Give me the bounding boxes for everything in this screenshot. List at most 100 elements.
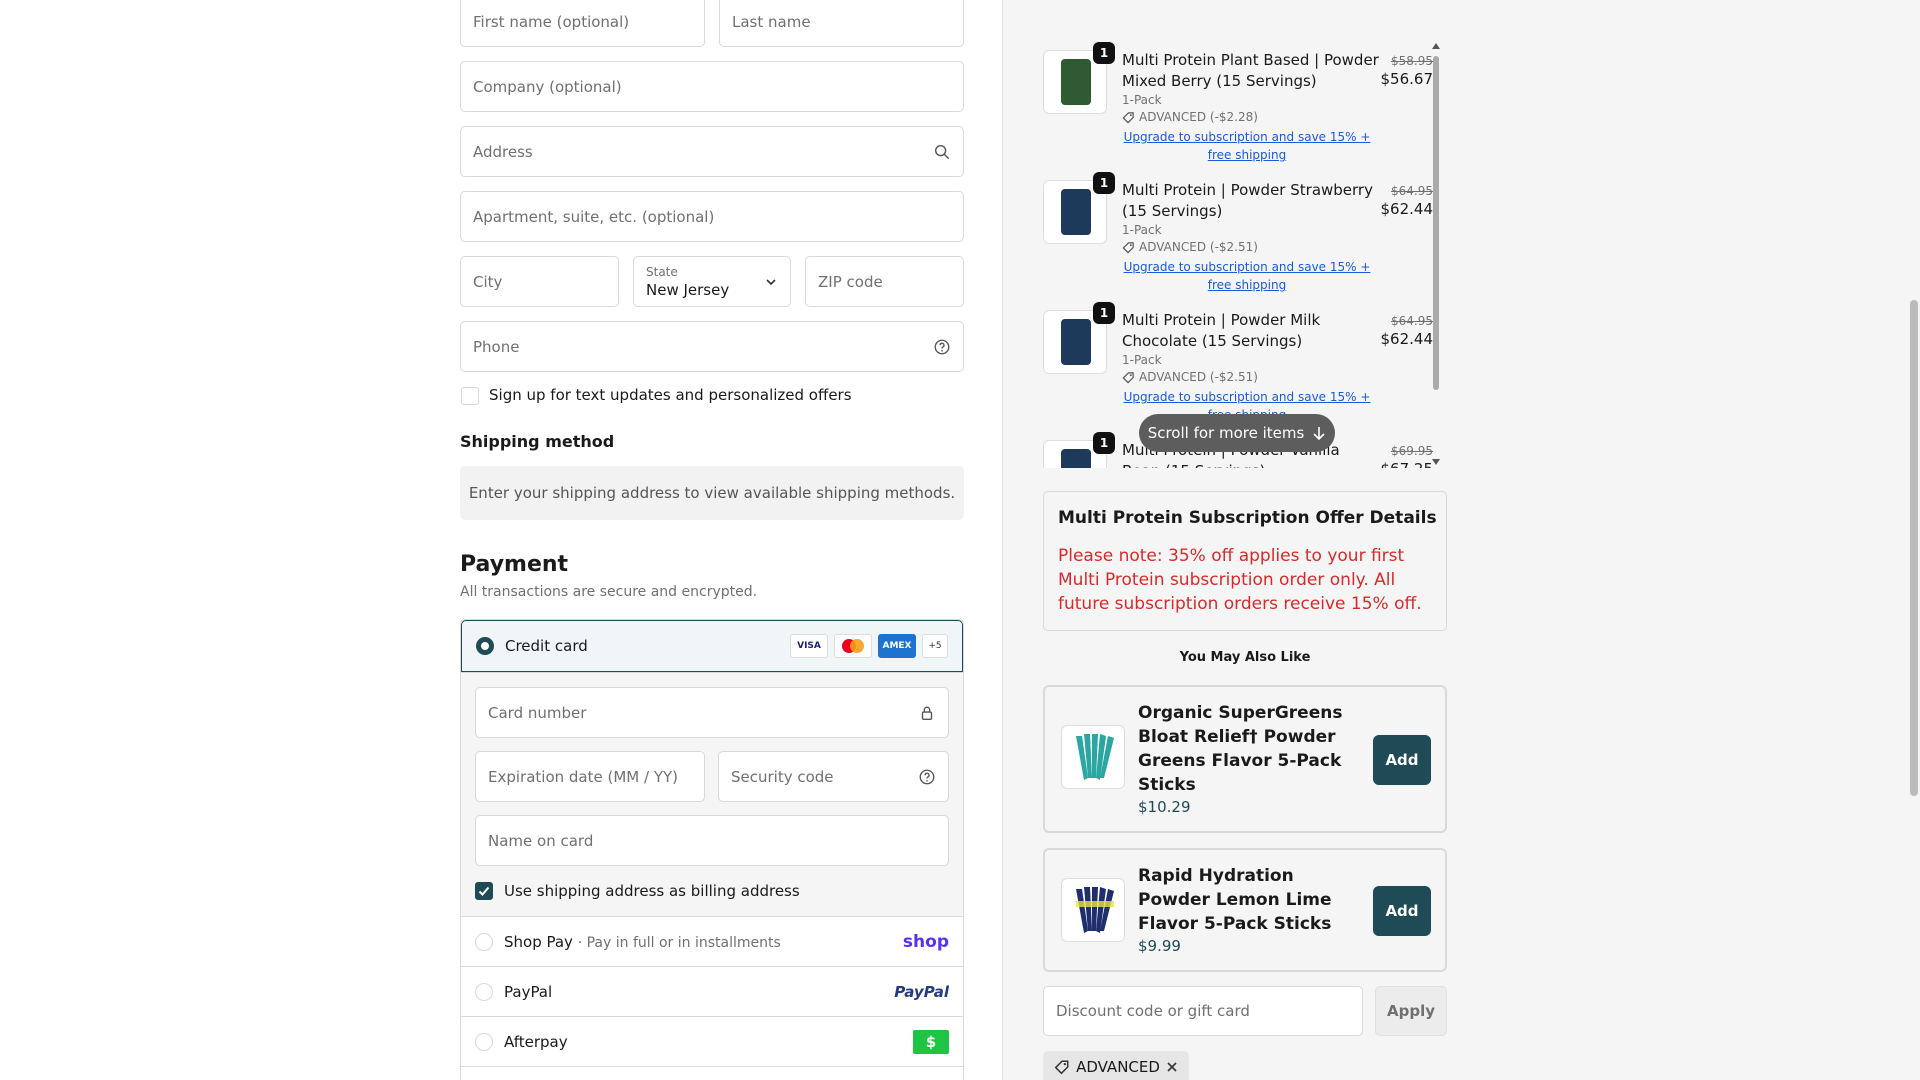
text-updates-checkbox[interactable] bbox=[461, 387, 479, 405]
shop-pay-label: Shop Pay · Pay in full or in installment… bbox=[504, 933, 781, 951]
scroll-for-more-button[interactable]: Scroll for more items bbox=[1139, 414, 1335, 452]
company-field[interactable]: Company (optional) bbox=[460, 61, 964, 112]
shop-pay-name: Shop Pay bbox=[504, 932, 573, 951]
item-name: Multi Protein Plant Based | Powder Mixed… bbox=[1122, 51, 1379, 90]
upsell-product-name: Organic SuperGreens Bloat Relief† Powder… bbox=[1138, 703, 1343, 795]
next-payment-option[interactable] bbox=[461, 1066, 963, 1080]
shop-pay-option[interactable]: Shop Pay · Pay in full or in installment… bbox=[461, 916, 963, 966]
arrow-down-icon bbox=[1313, 427, 1325, 441]
shipping-methods-notice: Enter your shipping address to view avai… bbox=[460, 466, 964, 520]
paypal-radio[interactable] bbox=[475, 982, 493, 1001]
lock-icon bbox=[921, 706, 933, 720]
state-select[interactable]: State New Jersey bbox=[633, 256, 791, 307]
quantity-badge: 1 bbox=[1093, 42, 1115, 64]
upgrade-subscription-link[interactable]: Upgrade to subscription and save 15% + f… bbox=[1122, 128, 1372, 164]
expiration-field[interactable]: Expiration date (MM / YY) bbox=[475, 751, 705, 802]
offer-title: Multi Protein Subscription Offer Details bbox=[1058, 508, 1437, 528]
credit-card-label: Credit card bbox=[505, 637, 588, 655]
greens-sticks-icon bbox=[1076, 734, 1114, 780]
address-field[interactable]: Address bbox=[460, 126, 964, 177]
state-value: New Jersey bbox=[646, 281, 730, 299]
discount-code-placeholder: Discount code or gift card bbox=[1056, 1002, 1250, 1020]
cart-scrollbar[interactable] bbox=[1431, 40, 1441, 468]
cart-items-list[interactable]: 1 Multi Protein Plant Based | Powder Mix… bbox=[1043, 40, 1447, 468]
chevron-down-icon bbox=[766, 278, 776, 285]
checkmark-icon bbox=[478, 886, 490, 896]
credit-card-radio[interactable] bbox=[476, 637, 494, 655]
tag-icon bbox=[1122, 111, 1134, 123]
card-number-placeholder: Card number bbox=[488, 703, 587, 722]
original-price: $64.95 bbox=[1391, 184, 1433, 198]
add-to-cart-button[interactable]: Add bbox=[1373, 735, 1431, 785]
applied-discount-code: ADVANCED bbox=[1076, 1058, 1160, 1076]
name-on-card-placeholder: Name on card bbox=[488, 831, 594, 850]
original-price: $58.95 bbox=[1391, 54, 1433, 68]
first-name-field[interactable]: First name (optional) bbox=[460, 0, 705, 47]
payment-subtitle: All transactions are secure and encrypte… bbox=[460, 584, 758, 600]
scroll-for-more-label: Scroll for more items bbox=[1147, 424, 1305, 442]
item-price: $67.25 bbox=[1381, 460, 1434, 468]
last-name-placeholder: Last name bbox=[732, 12, 811, 31]
search-icon bbox=[934, 144, 950, 159]
upsell-product-price: $9.99 bbox=[1138, 937, 1181, 955]
hydration-sticks-icon bbox=[1076, 887, 1114, 933]
credit-card-option[interactable]: Credit card VISA AMEX +5 bbox=[461, 620, 963, 672]
item-variant: 1-Pack bbox=[1122, 93, 1162, 107]
original-price: $69.95 bbox=[1391, 444, 1433, 458]
scrollbar-thumb[interactable] bbox=[1433, 56, 1439, 390]
product-package-icon bbox=[1061, 59, 1091, 105]
shop-pay-sub: · Pay in full or in installments bbox=[577, 934, 781, 951]
phone-field[interactable]: Phone bbox=[460, 321, 964, 372]
item-variant: 1-Pack bbox=[1122, 353, 1162, 367]
product-image bbox=[1061, 878, 1125, 942]
company-placeholder: Company (optional) bbox=[473, 77, 622, 96]
item-variant: 1-Pack bbox=[1122, 223, 1162, 237]
name-on-card-field[interactable]: Name on card bbox=[475, 815, 949, 866]
applied-discount-chip: ADVANCED bbox=[1043, 1051, 1189, 1080]
product-image bbox=[1061, 725, 1125, 789]
apply-discount-button[interactable]: Apply bbox=[1375, 986, 1447, 1036]
more-cards-badge: +5 bbox=[922, 634, 948, 658]
cart-item: 1 Multi Protein Plant Based | Powder Mix… bbox=[1043, 42, 1433, 176]
scroll-down-icon[interactable] bbox=[1431, 458, 1441, 466]
security-code-field[interactable]: Security code bbox=[718, 751, 949, 802]
billing-same-checkbox[interactable] bbox=[475, 882, 493, 900]
afterpay-label: Afterpay bbox=[504, 1032, 568, 1051]
afterpay-option[interactable]: Afterpay $ bbox=[461, 1016, 963, 1066]
original-price: $64.95 bbox=[1391, 314, 1433, 328]
help-icon[interactable] bbox=[933, 338, 951, 356]
shipping-methods-message: Enter your shipping address to view avai… bbox=[468, 484, 956, 502]
tag-icon bbox=[1054, 1060, 1069, 1075]
discount-code-input[interactable]: Discount code or gift card bbox=[1043, 986, 1363, 1036]
quantity-badge: 1 bbox=[1093, 432, 1115, 454]
product-package-icon bbox=[1061, 319, 1091, 365]
city-field[interactable]: City bbox=[460, 256, 619, 307]
upsell-product-price: $10.29 bbox=[1138, 798, 1191, 816]
amex-icon: AMEX bbox=[878, 634, 916, 658]
paypal-logo: PayPal bbox=[894, 982, 949, 1001]
you-may-also-like-heading: You May Also Like bbox=[1179, 650, 1311, 665]
shipping-method-title: Shipping method bbox=[460, 432, 615, 451]
page-scrollbar-thumb[interactable] bbox=[1910, 300, 1918, 796]
add-to-cart-button[interactable]: Add bbox=[1373, 886, 1431, 936]
zip-field[interactable]: ZIP code bbox=[805, 256, 964, 307]
mastercard-icon bbox=[834, 634, 872, 658]
upgrade-subscription-link[interactable]: Upgrade to subscription and save 15% + f… bbox=[1122, 258, 1372, 294]
last-name-field[interactable]: Last name bbox=[719, 0, 964, 47]
quantity-badge: 1 bbox=[1093, 302, 1115, 324]
billing-same-label: Use shipping address as billing address bbox=[504, 882, 800, 900]
item-discount: ADVANCED (-$2.51) bbox=[1122, 370, 1258, 384]
upsell-product-card: Rapid Hydration Powder Lemon Lime Flavor… bbox=[1043, 848, 1447, 972]
scroll-up-icon[interactable] bbox=[1431, 42, 1441, 50]
apartment-field[interactable]: Apartment, suite, etc. (optional) bbox=[460, 191, 964, 242]
quantity-badge: 1 bbox=[1093, 172, 1115, 194]
afterpay-radio[interactable] bbox=[475, 1032, 493, 1051]
item-price: $62.44 bbox=[1380, 200, 1434, 218]
shop-pay-radio[interactable] bbox=[475, 932, 493, 951]
paypal-label: PayPal bbox=[504, 982, 553, 1001]
close-icon[interactable] bbox=[1166, 1061, 1178, 1073]
card-number-field[interactable]: Card number bbox=[475, 687, 949, 738]
paypal-option[interactable]: PayPal PayPal bbox=[461, 966, 963, 1016]
help-icon[interactable] bbox=[918, 768, 936, 786]
product-package-icon bbox=[1061, 189, 1091, 235]
